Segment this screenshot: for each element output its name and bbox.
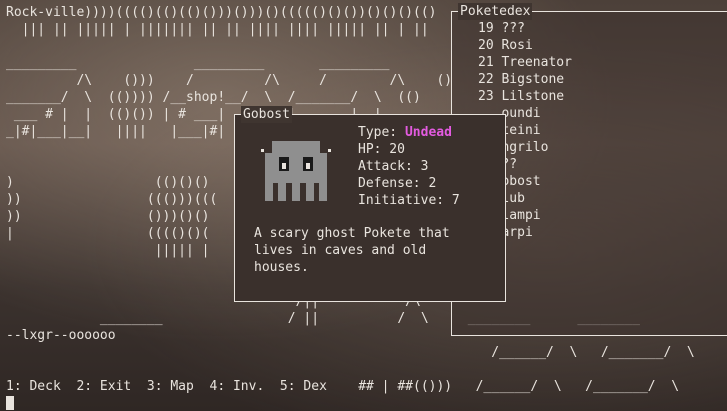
initiative-stat: Initiative: 7 bbox=[358, 193, 460, 208]
pokedex-entry[interactable]: 20 Rosi bbox=[478, 37, 572, 54]
pokedex-entry[interactable]: 21 Treenator bbox=[478, 54, 572, 71]
terminal-cursor bbox=[6, 396, 14, 410]
ghost-pokete-sprite bbox=[261, 141, 331, 201]
pokedex-entry[interactable]: 22 Bigstone bbox=[478, 71, 572, 88]
pokedex-title: Poketedex bbox=[458, 3, 533, 20]
key-menu-bar[interactable]: 1: Deck 2: Exit 3: Map 4: Inv. 5: Dex ##… bbox=[6, 378, 679, 395]
type-value: Undead bbox=[404, 125, 452, 140]
pokedex-entry[interactable]: 23 Lilstone bbox=[478, 88, 572, 105]
type-label: Type: bbox=[358, 125, 405, 140]
pokete-stats: Type: Undead HP: 20 Attack: 3 Defense: 2… bbox=[358, 124, 460, 209]
pokete-description: A scary ghost Pokete that lives in caves… bbox=[254, 226, 450, 275]
pokedex-entry[interactable]: 19 ??? bbox=[478, 20, 572, 37]
hp-stat: HP: 20 bbox=[358, 142, 405, 157]
pokete-name: Gobost bbox=[241, 106, 292, 123]
defense-stat: Defense: 2 bbox=[358, 176, 437, 191]
pokete-detail-popup: Gobost Type: Undead HP: 20 Attack: 3 Def… bbox=[234, 106, 506, 302]
attack-stat: Attack: 3 bbox=[358, 159, 429, 174]
